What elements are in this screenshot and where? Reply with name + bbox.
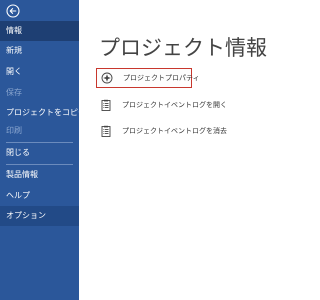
back-arrow-icon	[6, 4, 20, 18]
sidebar-item-close[interactable]: 閉じる	[0, 143, 79, 163]
sidebar-item-copy-project[interactable]: プロジェクトをコピー	[0, 103, 86, 123]
sidebar-item-new[interactable]: 新規	[0, 41, 79, 61]
main-panel: プロジェクト情報 プロジェクトプロパティ プロジェクトイベントログを開く プロジ…	[79, 0, 287, 300]
sidebar-item-print[interactable]: 印刷	[0, 121, 79, 141]
sidebar-item-save[interactable]: 保存	[0, 83, 79, 103]
sidebar-item-open[interactable]: 開く	[0, 62, 79, 82]
gear-icon	[101, 72, 113, 84]
sidebar: 情報 新規 開く 保存 プロジェクトをコピー 印刷 閉じる 製品情報 ヘルプ オ…	[0, 0, 86, 300]
clipboard-icon	[100, 125, 112, 137]
back-button[interactable]	[6, 4, 20, 18]
sidebar-item-info[interactable]: 情報	[0, 21, 79, 41]
project-properties-button[interactable]: プロジェクトプロパティ	[96, 68, 200, 88]
open-event-log-button[interactable]: プロジェクトイベントログを開く	[96, 95, 227, 115]
clipboard-icon	[100, 99, 112, 111]
sidebar-item-product-info[interactable]: 製品情報	[0, 165, 79, 185]
page-title: プロジェクト情報	[99, 36, 267, 60]
action-label: プロジェクトイベントログを開く	[122, 101, 227, 109]
sidebar-item-options[interactable]: オプション	[0, 206, 79, 226]
sidebar-item-help[interactable]: ヘルプ	[0, 186, 79, 206]
action-label: プロジェクトプロパティ	[123, 74, 200, 82]
backstage-view: 情報 新規 開く 保存 プロジェクトをコピー 印刷 閉じる 製品情報 ヘルプ オ…	[0, 0, 287, 300]
action-label: プロジェクトイベントログを消去	[122, 127, 227, 135]
clear-event-log-button[interactable]: プロジェクトイベントログを消去	[96, 121, 227, 141]
